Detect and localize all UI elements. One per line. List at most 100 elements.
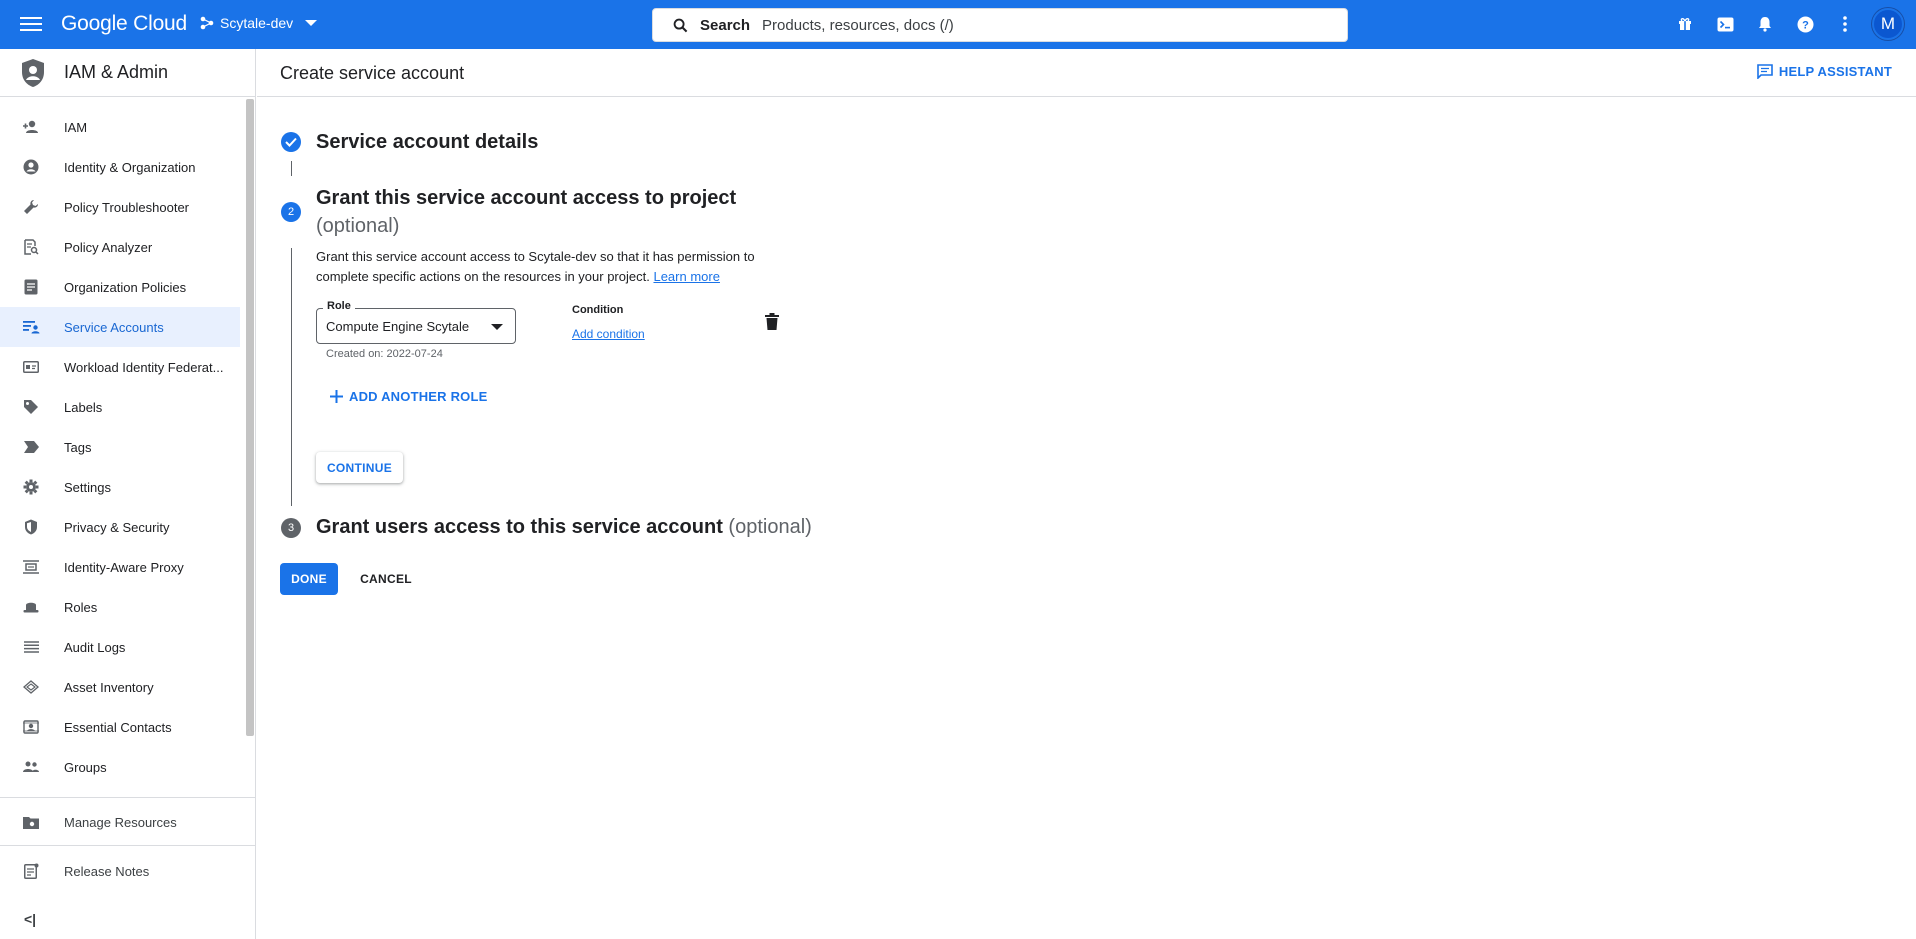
search-placeholder: Products, resources, docs (/) xyxy=(762,16,954,34)
chevron-down-icon xyxy=(491,324,503,330)
sidebar-item-label: Tags xyxy=(64,439,92,455)
sidebar: IAM & Admin IAM Identity & Organization … xyxy=(0,49,256,939)
sidebar-item-policy-troubleshooter[interactable]: Policy Troubleshooter xyxy=(0,187,240,227)
sidebar-item-settings[interactable]: Settings xyxy=(0,467,240,507)
sidebar-item-groups[interactable]: Groups xyxy=(0,747,240,787)
help-assistant-button[interactable]: HELP ASSISTANT xyxy=(1757,64,1892,79)
group-icon xyxy=(22,758,40,776)
id-card-icon xyxy=(22,358,40,376)
search-label: Search xyxy=(700,16,751,34)
hat-icon xyxy=(22,598,40,616)
more-vert-icon[interactable] xyxy=(1832,11,1858,37)
document-search-icon xyxy=(22,238,40,256)
google-cloud-logo[interactable]: Google Cloud xyxy=(61,12,187,36)
gift-icon[interactable] xyxy=(1672,11,1698,37)
sidebar-item-audit-logs[interactable]: Audit Logs xyxy=(0,627,240,667)
sidebar-item-privacy-security[interactable]: Privacy & Security xyxy=(0,507,240,547)
sidebar-item-label: Settings xyxy=(64,479,111,495)
collapse-sidebar-icon[interactable]: <| xyxy=(24,911,36,927)
sidebar-divider xyxy=(0,797,256,798)
condition-label: Condition xyxy=(572,304,624,316)
sidebar-nav: IAM Identity & Organization Policy Troub… xyxy=(0,107,240,787)
sidebar-header: IAM & Admin xyxy=(0,49,255,97)
tag-icon xyxy=(22,438,40,456)
avatar[interactable]: M xyxy=(1872,8,1904,40)
sidebar-item-label: Privacy & Security xyxy=(64,519,170,535)
sidebar-item-organization-policies[interactable]: Organization Policies xyxy=(0,267,240,307)
project-icon xyxy=(200,16,214,30)
sidebar-item-essential-contacts[interactable]: Essential Contacts xyxy=(0,707,240,747)
step-connector xyxy=(291,248,292,506)
person-add-icon xyxy=(22,118,40,136)
help-icon[interactable]: ? xyxy=(1792,11,1818,37)
sidebar-item-identity-aware-proxy[interactable]: Identity-Aware Proxy xyxy=(0,547,240,587)
sidebar-item-label: IAM xyxy=(64,119,88,135)
sidebar-item-label: Essential Contacts xyxy=(64,719,172,735)
sidebar-item-label: Workload Identity Federat... xyxy=(64,359,224,375)
label-icon xyxy=(22,398,40,416)
svg-text:?: ? xyxy=(1802,19,1809,31)
folder-gear-icon xyxy=(22,813,40,831)
sidebar-item-tags[interactable]: Tags xyxy=(0,427,240,467)
add-condition-link[interactable]: Add condition xyxy=(572,327,645,341)
sidebar-item-service-accounts[interactable]: Service Accounts xyxy=(0,307,240,347)
sidebar-item-identity-organization[interactable]: Identity & Organization xyxy=(0,147,240,187)
search-icon xyxy=(673,18,688,32)
sidebar-item-policy-analyzer[interactable]: Policy Analyzer xyxy=(0,227,240,267)
delete-icon[interactable] xyxy=(764,313,780,331)
cancel-button[interactable]: CANCEL xyxy=(354,563,418,595)
sidebar-title: IAM & Admin xyxy=(64,62,169,82)
step3-title[interactable]: Grant users access to this service accou… xyxy=(316,516,812,539)
continue-button[interactable]: CONTINUE xyxy=(316,452,403,483)
sidebar-item-asset-inventory[interactable]: Asset Inventory xyxy=(0,667,240,707)
sidebar-item-label: Policy Troubleshooter xyxy=(64,199,190,215)
sidebar-divider xyxy=(0,845,256,846)
project-selector[interactable]: Scytale-dev xyxy=(200,15,318,31)
sidebar-item-release-notes[interactable]: Release Notes xyxy=(0,851,256,891)
learn-more-link[interactable]: Learn more xyxy=(653,269,719,284)
release-notes-icon xyxy=(22,862,40,880)
list-doc-icon xyxy=(22,278,40,296)
step2-description: Grant this service account access to Scy… xyxy=(316,247,776,287)
step-connector xyxy=(291,161,292,176)
project-name: Scytale-dev xyxy=(220,15,294,31)
sidebar-item-labels[interactable]: Labels xyxy=(0,387,240,427)
role-label: Role xyxy=(323,300,355,312)
search-bar[interactable]: Search Products, resources, docs (/) xyxy=(652,8,1348,42)
diamond-icon xyxy=(22,678,40,696)
add-another-role-button[interactable]: ADD ANOTHER ROLE xyxy=(330,389,488,404)
top-bar: Google Cloud Scytale-dev Search Products… xyxy=(0,0,1916,49)
page-title: Create service account xyxy=(280,63,465,83)
role-value: Compute Engine Scytale xyxy=(326,319,470,334)
sidebar-item-workload-identity-federation[interactable]: Workload Identity Federat... xyxy=(0,347,240,387)
help-assistant-label: HELP ASSISTANT xyxy=(1778,64,1892,79)
step3-title-text: Grant users access to this service accou… xyxy=(316,516,723,538)
step2-title: Grant this service account access to pro… xyxy=(316,187,737,209)
terminal-icon[interactable] xyxy=(1712,11,1738,37)
sidebar-item-iam[interactable]: IAM xyxy=(0,107,240,147)
contact-icon xyxy=(22,718,40,736)
proxy-icon xyxy=(22,558,40,576)
sidebar-item-manage-resources[interactable]: Manage Resources xyxy=(0,802,256,842)
sidebar-item-roles[interactable]: Roles xyxy=(0,587,240,627)
bell-icon[interactable] xyxy=(1752,11,1778,37)
sidebar-item-label: Identity & Organization xyxy=(64,159,196,175)
hamburger-menu-icon[interactable] xyxy=(20,14,42,34)
step2-number: 2 xyxy=(281,202,301,222)
sidebar-scrollbar[interactable] xyxy=(246,99,254,736)
step2-optional: (optional) xyxy=(316,215,400,237)
top-icons: ? M xyxy=(1672,8,1904,40)
sidebar-item-label: Audit Logs xyxy=(64,639,126,655)
shield-icon xyxy=(22,518,40,536)
step-complete-check-icon xyxy=(281,132,301,152)
done-button[interactable]: DONE xyxy=(280,563,338,595)
gear-icon xyxy=(22,478,40,496)
step1-title[interactable]: Service account details xyxy=(316,131,538,154)
role-select[interactable]: Role Compute Engine Scytale xyxy=(316,300,516,344)
role-helper-text: Created on: 2022-07-24 xyxy=(326,348,443,360)
sidebar-item-label: Policy Analyzer xyxy=(64,239,153,255)
sidebar-item-label: Roles xyxy=(64,599,98,615)
release-notes-label: Release Notes xyxy=(64,863,150,879)
plus-icon xyxy=(330,390,343,403)
sidebar-item-label: Identity-Aware Proxy xyxy=(64,559,184,575)
